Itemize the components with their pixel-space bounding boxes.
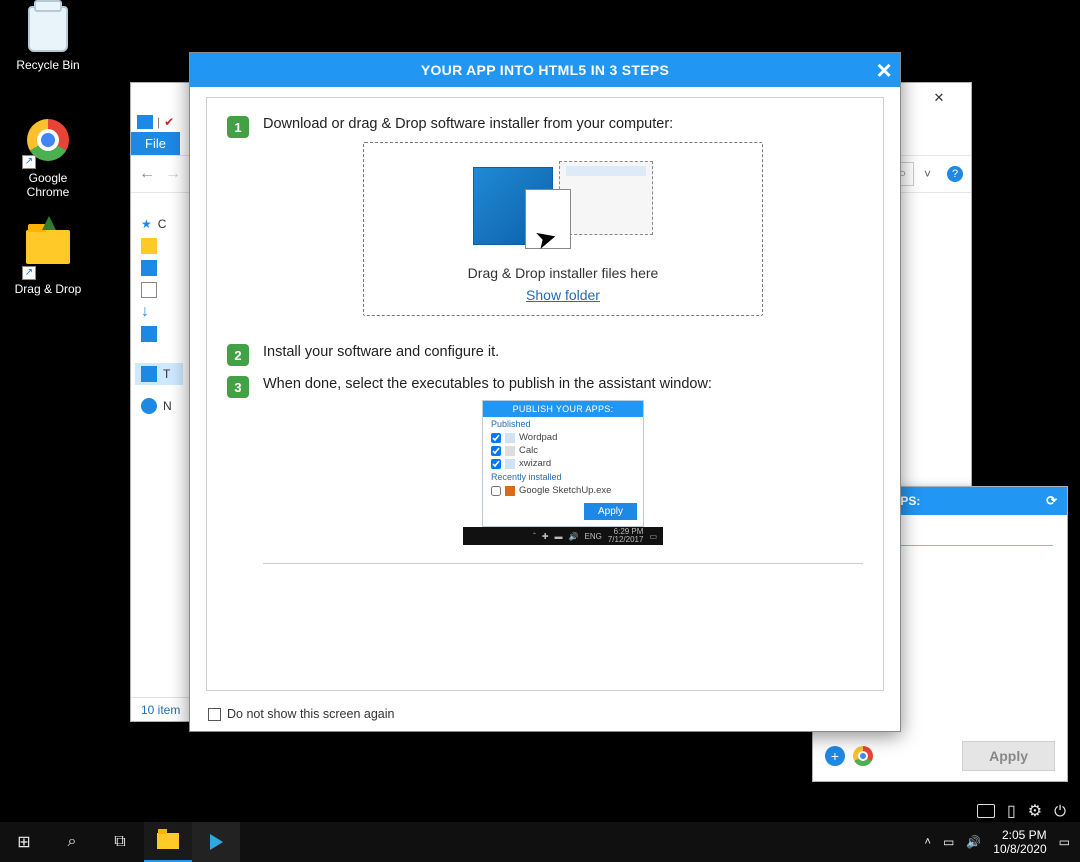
network-icon[interactable]: ▭ — [943, 835, 954, 849]
recycle-bin-icon — [28, 6, 68, 52]
nav-forward-button[interactable]: → — [165, 165, 181, 183]
shortcut-badge-icon: ↗ — [22, 155, 36, 169]
dialog-close-button[interactable]: × — [877, 55, 892, 86]
fullscreen-icon[interactable] — [977, 804, 995, 818]
check-icon: ✔ — [164, 115, 174, 129]
system-tray-overflow: ▯ ⚙ ⏻ — [969, 800, 1074, 822]
sidebar-item[interactable]: ↓ — [135, 301, 183, 323]
nav-back-button[interactable]: ← — [139, 165, 155, 183]
taskbar-clock[interactable]: 2:05 PM 10/8/2020 — [993, 828, 1046, 856]
dropzone-illustration: ➤ — [473, 161, 653, 257]
html5-wizard-dialog: YOUR APP INTO HTML5 IN 3 STEPS × 1 Downl… — [189, 52, 901, 732]
apply-button[interactable]: Apply — [962, 741, 1055, 771]
clipboard-icon[interactable]: ▯ — [1007, 801, 1016, 821]
folder-icon — [26, 230, 70, 264]
refresh-icon[interactable]: ⟳ — [1046, 493, 1057, 509]
start-button[interactable]: ⊞ — [0, 822, 48, 862]
close-button[interactable]: ✕ — [917, 84, 961, 112]
divider — [263, 563, 863, 564]
help-button[interactable]: ? — [947, 166, 963, 182]
arrow-up-icon — [42, 216, 56, 230]
power-icon[interactable]: ⏻ — [1054, 803, 1066, 820]
dropzone-text: Drag & Drop installer files here — [468, 265, 659, 281]
play-icon — [210, 834, 223, 850]
sidebar-network[interactable]: N — [135, 395, 183, 417]
step-1-text: Download or drag & Drop software install… — [263, 116, 863, 132]
volume-icon[interactable]: 🔊 — [966, 835, 981, 849]
mini-taskbar-preview: ˆ✚▬🔊 ENG 6:29 PM7/12/2017 ▭ — [463, 527, 663, 545]
monitor-icon — [137, 115, 153, 129]
chevron-down-icon[interactable]: ˅ — [924, 167, 931, 181]
desktop-icon-label: Google Chrome — [10, 171, 86, 199]
step-2-text: Install your software and configure it. — [263, 344, 499, 360]
folder-icon — [157, 833, 179, 849]
dialog-title: YOUR APP INTO HTML5 IN 3 STEPS — [421, 62, 669, 78]
chrome-icon: .apply-row .chrome-g:after{top:5px;left:… — [853, 746, 873, 766]
status-item-count: 10 item — [141, 703, 180, 717]
step-3-text: When done, select the executables to pub… — [263, 376, 863, 392]
sidebar-item[interactable] — [135, 323, 183, 345]
sidebar-item[interactable] — [135, 257, 183, 279]
add-app-button[interactable]: + — [825, 746, 845, 766]
taskbar: ⊞ ⌕ ⧉ ˄ ▭ 🔊 2:05 PM 10/8/2020 ▭ — [0, 822, 1080, 862]
explorer-sidebar: ★C ↓ T N — [131, 207, 187, 693]
sidebar-quick-access[interactable]: ★C — [135, 213, 183, 235]
dont-show-checkbox[interactable] — [208, 708, 221, 721]
sidebar-item[interactable] — [135, 235, 183, 257]
sidebar-this-pc[interactable]: T — [135, 363, 183, 385]
step-badge-2: 2 — [227, 344, 249, 366]
desktop-icon-chrome[interactable]: ↗ Google Chrome — [10, 116, 86, 199]
step-badge-1: 1 — [227, 116, 249, 138]
installer-dropzone[interactable]: ➤ Drag & Drop installer files here Show … — [363, 142, 763, 316]
notifications-button[interactable]: ▭ — [1059, 835, 1070, 849]
sidebar-item[interactable] — [135, 279, 183, 301]
desktop-icon-label: Recycle Bin — [10, 58, 86, 72]
step-badge-3: 3 — [227, 376, 249, 398]
desktop-icon-label: Drag & Drop — [10, 282, 86, 296]
file-menu[interactable]: File — [131, 132, 180, 155]
show-folder-link[interactable]: Show folder — [526, 287, 600, 303]
taskbar-app-player[interactable] — [192, 822, 240, 862]
mini-publish-preview: PUBLISH YOUR APPS: Published Wordpad Cal… — [482, 400, 644, 527]
settings-icon[interactable]: ⚙ — [1028, 801, 1042, 821]
taskbar-file-explorer[interactable] — [144, 822, 192, 862]
search-button[interactable]: ⌕ — [48, 822, 96, 862]
shortcut-badge-icon: ↗ — [22, 266, 36, 280]
dont-show-label: Do not show this screen again — [227, 707, 394, 721]
task-view-button[interactable]: ⧉ — [96, 822, 144, 862]
tray-overflow-button[interactable]: ˄ — [925, 836, 931, 848]
desktop-icon-drag-drop[interactable]: ↗ Drag & Drop — [10, 222, 86, 296]
desktop-icon-recycle-bin[interactable]: Recycle Bin — [10, 6, 86, 72]
dialog-header: YOUR APP INTO HTML5 IN 3 STEPS × — [190, 53, 900, 87]
